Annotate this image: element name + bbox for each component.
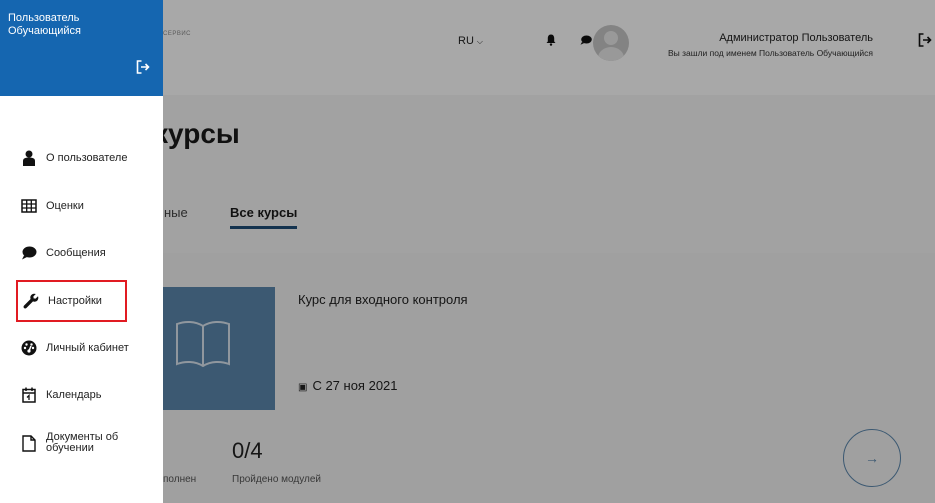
wrench-icon: [20, 290, 42, 312]
nav-label: Календарь: [46, 388, 102, 401]
document-icon: [18, 432, 40, 454]
nav-label: Документы об обучении: [46, 431, 119, 454]
grid-table-icon: [18, 195, 40, 217]
nav-item-calendar[interactable]: Календарь: [18, 383, 158, 407]
dashboard-icon: [18, 337, 40, 359]
user-icon: [18, 147, 40, 169]
drawer-user-name: Пользователь Обучающийся: [8, 12, 82, 37]
logout-icon[interactable]: [136, 60, 150, 74]
nav-label: Сообщения: [46, 246, 106, 259]
nav-label: Личный кабинет: [46, 341, 129, 354]
nav-label: Настройки: [48, 294, 102, 307]
nav-label: Оценки: [46, 199, 84, 212]
nav-item-settings[interactable]: Настройки: [16, 280, 127, 322]
drawer-header: Пользователь Обучающийся: [0, 0, 163, 96]
nav-item-documents[interactable]: Документы об обучении: [18, 428, 158, 458]
calendar-icon: [18, 384, 40, 406]
side-drawer: Пользователь Обучающийся О пользователе …: [0, 0, 163, 503]
nav-item-messages[interactable]: Сообщения: [18, 241, 158, 265]
nav-item-dashboard[interactable]: Личный кабинет: [18, 336, 158, 360]
nav-item-profile[interactable]: О пользователе: [18, 146, 158, 170]
chat-bubble-icon: [18, 242, 40, 264]
nav-label: О пользователе: [46, 151, 128, 164]
nav-item-grades[interactable]: Оценки: [18, 194, 158, 218]
